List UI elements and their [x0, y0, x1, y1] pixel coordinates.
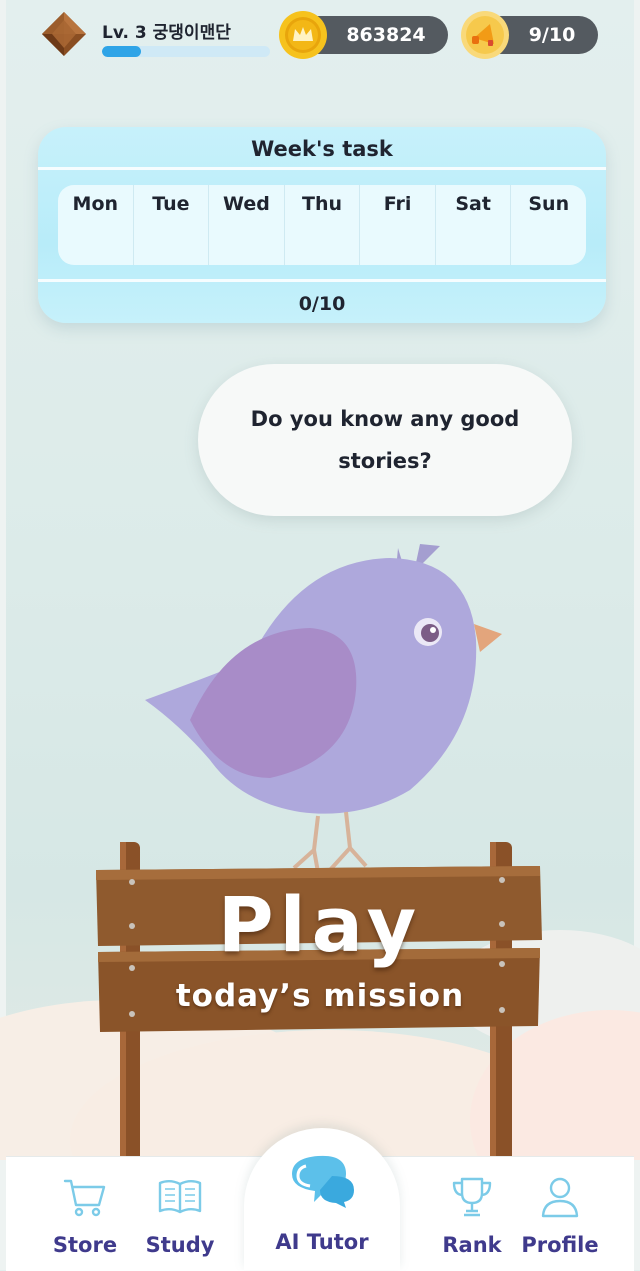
cart-icon	[63, 1179, 106, 1217]
week-task-progress: 0/10	[298, 293, 346, 315]
speech-bubble-text: Do you know any good stories?	[250, 407, 520, 473]
megaphone-energy-icon	[461, 11, 509, 59]
nav-item-ai-tutor[interactable]: AI Tutor	[244, 1128, 400, 1270]
bird-mascot	[145, 544, 502, 873]
nav-item-rank[interactable]: Rank	[430, 1157, 514, 1271]
nav-item-profile[interactable]: Profile	[510, 1157, 610, 1271]
day-tue: Tue	[134, 185, 210, 265]
level-label: Lv. 3 궁댕이맨단	[102, 23, 231, 43]
coin-amount: 863824	[346, 24, 426, 46]
play-sign-title[interactable]: Play	[100, 880, 540, 969]
card-stripe	[38, 167, 606, 170]
nav-item-store[interactable]: Store	[44, 1157, 126, 1271]
day-mon: Mon	[58, 185, 134, 265]
chat-bubbles-icon	[292, 1155, 354, 1208]
day-sat: Sat	[436, 185, 512, 265]
book-icon	[158, 1180, 202, 1214]
nav-label-profile: Profile	[521, 1233, 599, 1257]
card-stripe	[38, 279, 606, 282]
trophy-icon	[452, 1177, 492, 1217]
play-sign-subtitle[interactable]: today’s mission	[100, 978, 540, 1014]
tutor-speech-bubble: Do you know any good stories?	[198, 364, 572, 516]
top-bar: Lv. 3 궁댕이맨단 863824 9/10	[0, 0, 640, 80]
day-thu: Thu	[285, 185, 361, 265]
energy-amount: 9/10	[528, 24, 576, 46]
week-task-card[interactable]: Week's task Mon Tue Wed Thu Fri Sat Sun …	[38, 127, 606, 323]
xp-progress-fill	[102, 46, 141, 57]
week-task-title: Week's task	[251, 137, 393, 161]
weekday-row: Mon Tue Wed Thu Fri Sat Sun	[58, 185, 586, 265]
day-sun: Sun	[528, 193, 570, 215]
coin-icon	[279, 11, 327, 59]
level-gem-icon	[42, 12, 86, 56]
day-wed: Wed	[209, 185, 285, 265]
xp-progress-bar	[102, 46, 270, 57]
nav-label-ai-tutor: AI Tutor	[275, 1230, 369, 1254]
nav-label-rank: Rank	[442, 1233, 502, 1257]
mascot-scene	[0, 544, 640, 1160]
user-icon	[541, 1177, 579, 1218]
day-fri: Fri	[360, 185, 436, 265]
nav-item-study[interactable]: Study	[134, 1157, 226, 1271]
nav-label-store: Store	[52, 1233, 118, 1257]
nav-label-study: Study	[145, 1233, 215, 1257]
